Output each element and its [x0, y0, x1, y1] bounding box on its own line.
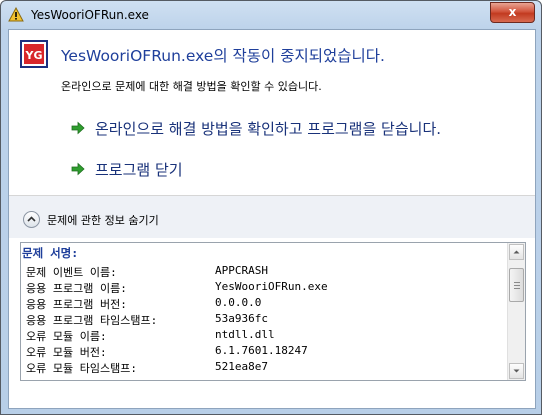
vertical-scrollbar[interactable]: [507, 243, 525, 380]
scroll-up-button[interactable]: [509, 244, 524, 260]
problem-details-panel[interactable]: 문제 서명: 문제 이벤트 이름: APPCRASH 응용 프로그램 이름: Y…: [20, 242, 526, 381]
detail-row: 오류 모듈 이름: ntdll.dll: [21, 328, 501, 344]
hide-details-label[interactable]: 문제에 관한 정보 숨기기: [47, 212, 159, 228]
app-logo: YG: [20, 40, 48, 68]
detail-label: 오류 모듈 버전:: [26, 346, 107, 359]
check-solution-label: 온라인으로 해결 방법을 확인하고 프로그램을 닫습니다.: [95, 120, 442, 138]
detail-value: 521ea8e7: [215, 360, 268, 373]
detail-row: 문제 이벤트 이름: APPCRASH: [21, 264, 501, 280]
error-dialog-window: YesWooriOFRun.exe x YG YesWooriOFRun.exe…: [0, 0, 542, 415]
scroll-thumb[interactable]: [509, 268, 524, 302]
page-title: YesWooriOFRun.exe의 작동이 중지되었습니다.: [61, 47, 385, 65]
description-text: 온라인으로 문제에 대한 해결 방법을 확인할 수 있습니다.: [61, 80, 322, 93]
green-arrow-icon: [71, 162, 85, 176]
detail-value: 6.1.7601.18247: [215, 344, 308, 357]
scroll-down-icon: [513, 369, 520, 373]
detail-row: 응용 프로그램 버전: 0.0.0.0: [21, 296, 501, 312]
detail-row: 응용 프로그램 이름: YesWooriOFRun.exe: [21, 280, 501, 296]
detail-label: 응용 프로그램 이름:: [26, 282, 127, 295]
detail-row: 오류 모듈 버전: 6.1.7601.18247: [21, 344, 501, 360]
detail-value: YesWooriOFRun.exe: [215, 280, 328, 293]
detail-value: 53a936fc: [215, 312, 268, 325]
detail-value: APPCRASH: [215, 264, 268, 277]
grip-line: [514, 285, 520, 286]
grip-line: [514, 288, 520, 289]
grip-line: [514, 282, 520, 283]
hide-details-button[interactable]: [23, 211, 40, 228]
title-bar[interactable]: YesWooriOFRun.exe x: [1, 1, 541, 29]
detail-label: 응용 프로그램 버전:: [26, 298, 127, 311]
scroll-up-icon: [513, 250, 520, 254]
detail-value: 0.0.0.0: [215, 296, 262, 309]
app-icon: [8, 7, 24, 22]
close-program-label: 프로그램 닫기: [95, 161, 183, 179]
details-toggle-bar: 문제에 관한 정보 숨기기: [9, 196, 535, 238]
detail-label: 응용 프로그램 타임스탬프:: [26, 314, 158, 327]
detail-label: 문제 이벤트 이름:: [26, 266, 117, 279]
window-title: YesWooriOFRun.exe: [31, 8, 149, 22]
detail-value: ntdll.dll: [215, 328, 275, 341]
dialog-content: YG YesWooriOFRun.exe의 작동이 중지되었습니다. 온라인으로…: [8, 29, 536, 409]
detail-label: 오류 모듈 타임스탬프:: [26, 362, 137, 375]
scroll-down-button[interactable]: [509, 363, 524, 379]
detail-row: 오류 모듈 타임스탬프: 521ea8e7: [21, 360, 501, 376]
app-logo-text: YG: [25, 49, 43, 62]
problem-signature-title: 문제 서명:: [22, 246, 79, 260]
close-button[interactable]: x: [490, 2, 535, 23]
detail-row: 응용 프로그램 타임스탬프: 53a936fc: [21, 312, 501, 328]
detail-label: 오류 모듈 이름:: [26, 330, 107, 343]
green-arrow-icon: [71, 121, 85, 135]
close-icon: x: [508, 5, 517, 19]
chevron-up-icon: [27, 216, 36, 222]
